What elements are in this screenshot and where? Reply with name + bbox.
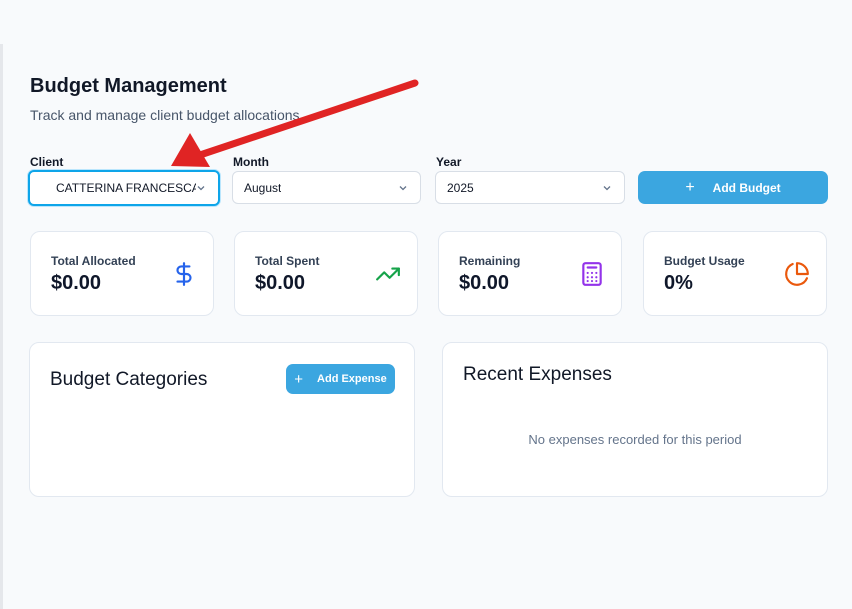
- chevron-down-icon: [197, 186, 205, 191]
- add-budget-label: Add Budget: [712, 180, 781, 195]
- stat-card-remaining: Remaining $0.00: [438, 231, 622, 316]
- stat-card-total-allocated: Total Allocated $0.00: [30, 231, 214, 316]
- dollar-icon: [176, 262, 192, 286]
- page-subtitle: Track and manage client budget allocatio…: [30, 107, 300, 123]
- plus-icon: +: [685, 178, 695, 196]
- calculator-icon: [582, 262, 602, 286]
- window-edge: [0, 44, 3, 609]
- year-label: Year: [436, 155, 462, 169]
- month-select[interactable]: August: [232, 171, 421, 204]
- stat-value: 0%: [664, 272, 693, 294]
- stat-card-budget-usage: Budget Usage 0%: [643, 231, 827, 316]
- client-select-value: CATTERINA FRANCESCA...: [56, 181, 196, 195]
- pie-chart-icon: [785, 262, 809, 286]
- chevron-down-icon: [399, 185, 407, 190]
- add-budget-button[interactable]: + Add Budget: [638, 171, 828, 204]
- panel-title: Budget Categories: [50, 369, 208, 390]
- panel-title: Recent Expenses: [463, 364, 612, 385]
- stat-card-total-spent: Total Spent $0.00: [234, 231, 418, 316]
- annotation-arrow-head: [171, 133, 210, 167]
- recent-expenses-panel: Recent Expenses No expenses recorded for…: [442, 342, 828, 497]
- budget-categories-panel: Budget Categories + Add Expense: [29, 342, 415, 497]
- add-expense-button[interactable]: + Add Expense: [286, 364, 395, 394]
- year-select-value: 2025: [447, 180, 474, 195]
- stat-value: $0.00: [51, 272, 102, 294]
- empty-state-text: No expenses recorded for this period: [528, 432, 742, 447]
- stat-label: Remaining: [459, 254, 521, 268]
- client-select[interactable]: CATTERINA FRANCESCA...: [28, 170, 220, 206]
- month-select-value: August: [244, 180, 282, 195]
- stat-label: Budget Usage: [664, 254, 745, 268]
- stat-label: Total Spent: [255, 254, 320, 268]
- plus-icon: +: [294, 370, 304, 388]
- stat-label: Total Allocated: [51, 254, 136, 268]
- stat-value: $0.00: [255, 272, 306, 294]
- add-expense-label: Add Expense: [317, 373, 387, 385]
- chevron-down-icon: [603, 185, 611, 190]
- stat-value: $0.00: [459, 272, 510, 294]
- trending-up-icon: [376, 267, 400, 281]
- page-title: Budget Management: [30, 75, 227, 97]
- year-select[interactable]: 2025: [435, 171, 625, 204]
- month-label: Month: [233, 155, 269, 169]
- client-label: Client: [30, 155, 64, 169]
